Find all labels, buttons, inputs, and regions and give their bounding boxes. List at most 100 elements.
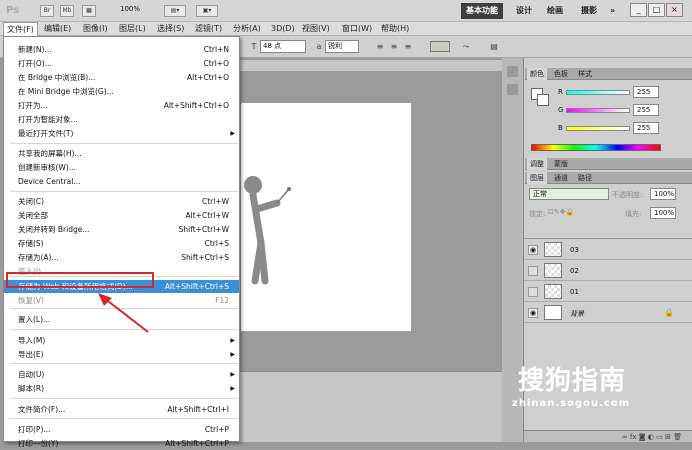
menu-layer[interactable]: 图层(L)	[116, 22, 149, 36]
eye-icon[interactable]: ◉	[528, 308, 538, 318]
menu-select[interactable]: 选择(S)	[154, 22, 187, 36]
file-menu-item[interactable]: 创建新审核(W)...	[4, 161, 239, 174]
menu-item-shortcut: Shift+Ctrl+W	[178, 225, 229, 234]
tab-layers[interactable]: 图层	[527, 172, 547, 184]
tab-channels[interactable]: 通道	[551, 172, 571, 184]
minimize-button[interactable]: _	[630, 3, 647, 17]
maximize-button[interactable]: □	[648, 3, 665, 17]
new-layer-icon[interactable]: ⊞	[665, 433, 671, 441]
menu-file[interactable]: 文件(F)	[3, 22, 38, 36]
file-menu-item[interactable]: Device Central...	[4, 175, 239, 188]
view-extras-button[interactable]: ▦	[82, 5, 96, 17]
font-size-field[interactable]: 48 点	[260, 40, 306, 53]
tab-adjustments[interactable]: 调整	[527, 158, 547, 170]
align-left-icon[interactable]: ≡	[374, 41, 386, 52]
file-menu-item[interactable]: 存储(S) Ctrl+S	[4, 237, 239, 250]
tab-styles[interactable]: 样式	[575, 68, 595, 80]
file-menu-item[interactable]: 新建(N)... Ctrl+N	[4, 43, 239, 56]
g-slider[interactable]	[566, 108, 630, 113]
layer-row-background[interactable]: ◉ 背景 🔒	[524, 303, 692, 323]
r-value[interactable]: 255	[633, 86, 659, 98]
group-icon[interactable]: ▭	[656, 433, 663, 441]
eye-icon[interactable]	[528, 287, 538, 297]
file-menu-item[interactable]: 导出(E) ▶	[4, 348, 239, 361]
opacity-field[interactable]: 100%	[650, 188, 676, 200]
layer-thumbnail	[544, 263, 562, 278]
delete-layer-icon[interactable]: 🗑	[673, 433, 682, 441]
layer-row-01[interactable]: 01	[524, 282, 692, 302]
fill-field[interactable]: 100%	[650, 207, 676, 219]
workspace-essentials[interactable]: 基本功能	[461, 3, 503, 19]
file-menu-item[interactable]: 打印一份(Y) Alt+Shift+Ctrl+P	[4, 437, 239, 450]
arrange-documents-button[interactable]: ▤▾	[164, 5, 186, 17]
menu-edit[interactable]: 编辑(E)	[41, 22, 74, 36]
file-menu-item[interactable]: 关闭并转到 Bridge... Shift+Ctrl+W	[4, 223, 239, 236]
workspace-painting[interactable]: 绘画	[547, 3, 563, 19]
eye-icon[interactable]	[528, 266, 538, 276]
lock-icons[interactable]: ⊡✎✥🔒	[548, 208, 574, 216]
background-color-swatch[interactable]	[537, 94, 549, 106]
file-menu-item[interactable]: 自动(U) ▶	[4, 368, 239, 381]
tab-swatches[interactable]: 色板	[551, 68, 571, 80]
tab-masks[interactable]: 蒙版	[551, 158, 571, 170]
file-menu-item[interactable]: 打开为... Alt+Shift+Ctrl+O	[4, 99, 239, 112]
file-menu-item[interactable]: 文件简介(F)... Alt+Shift+Ctrl+I	[4, 403, 239, 416]
file-menu-item[interactable]: 脚本(R) ▶	[4, 382, 239, 395]
align-right-icon[interactable]: ≡	[402, 41, 414, 52]
workspace-photography[interactable]: 摄影	[581, 3, 597, 19]
annotation-arrow	[98, 293, 149, 333]
file-menu-item[interactable]: 在 Mini Bridge 中浏览(G)...	[4, 85, 239, 98]
workspace-design[interactable]: 设计	[516, 3, 532, 19]
fx-icon[interactable]: fx	[630, 433, 637, 441]
file-menu-item[interactable]: 共享我的屏幕(H)...	[4, 147, 239, 160]
menu-filter[interactable]: 滤镜(T)	[192, 22, 225, 36]
eye-icon[interactable]: ◉	[528, 245, 538, 255]
mask-icon[interactable]: ◙	[639, 433, 646, 441]
adjustment-layer-icon[interactable]: ◐	[648, 433, 654, 441]
more-workspaces-button[interactable]: »	[610, 3, 615, 19]
r-label: R	[558, 88, 563, 96]
text-color-swatch[interactable]	[430, 41, 450, 52]
align-center-icon[interactable]: ≡	[388, 41, 400, 52]
file-menu-item[interactable]: 关闭(C) Ctrl+W	[4, 195, 239, 208]
screen-mode-button[interactable]: ▣▾	[196, 5, 218, 17]
menu-image[interactable]: 图像(I)	[80, 22, 111, 36]
menu-item-label: 恢复(V)	[18, 296, 44, 305]
g-value[interactable]: 255	[633, 104, 659, 116]
mini-bridge-button[interactable]: Mb	[60, 5, 74, 17]
layer-row-02[interactable]: 02	[524, 261, 692, 281]
file-menu-item[interactable]: 在 Bridge 中浏览(B)... Alt+Ctrl+O	[4, 71, 239, 84]
link-layers-icon[interactable]: ∞	[622, 433, 628, 441]
file-menu-item[interactable]: 打开(O)... Ctrl+O	[4, 57, 239, 70]
blend-mode-select[interactable]: 正常	[529, 188, 609, 200]
zoom-level[interactable]: 100%	[120, 5, 140, 13]
character-panel-icon[interactable]: ▤	[488, 41, 500, 52]
menu-item-shortcut: Ctrl+W	[201, 197, 229, 206]
menu-3d[interactable]: 3D(D)	[268, 22, 298, 36]
tab-color[interactable]: 颜色	[527, 68, 547, 80]
menu-window[interactable]: 窗口(W)	[339, 22, 375, 36]
menu-item-label: Device Central...	[18, 177, 81, 186]
layer-name: 03	[570, 246, 579, 254]
color-spectrum-bar[interactable]	[531, 144, 661, 151]
file-menu-item[interactable]: 打印(P)... Ctrl+P	[4, 423, 239, 436]
antialias-select[interactable]: 锐利	[325, 40, 359, 53]
menu-help[interactable]: 帮助(H)	[378, 22, 412, 36]
canvas[interactable]	[241, 103, 411, 331]
bridge-button[interactable]: Br	[40, 5, 54, 17]
tab-paths[interactable]: 路径	[575, 172, 595, 184]
warp-text-icon[interactable]: ⤳	[460, 41, 472, 52]
menu-view[interactable]: 视图(V)	[299, 22, 333, 36]
layer-row-03[interactable]: ◉ 03	[524, 240, 692, 260]
file-menu-item[interactable]: 存储为(A)... Shift+Ctrl+S	[4, 251, 239, 264]
panel-icon[interactable]	[507, 66, 518, 77]
file-menu-item[interactable]: 打开为智能对象...	[4, 113, 239, 126]
close-button[interactable]: ×	[666, 3, 683, 17]
b-value[interactable]: 255	[633, 122, 659, 134]
file-menu-item[interactable]: 关闭全部 Alt+Ctrl+W	[4, 209, 239, 222]
file-menu-item[interactable]: 最近打开文件(T) ▶	[4, 127, 239, 140]
panel-icon[interactable]	[507, 84, 518, 95]
menu-analysis[interactable]: 分析(A)	[230, 22, 264, 36]
r-slider[interactable]	[566, 90, 630, 95]
b-slider[interactable]	[566, 126, 630, 131]
